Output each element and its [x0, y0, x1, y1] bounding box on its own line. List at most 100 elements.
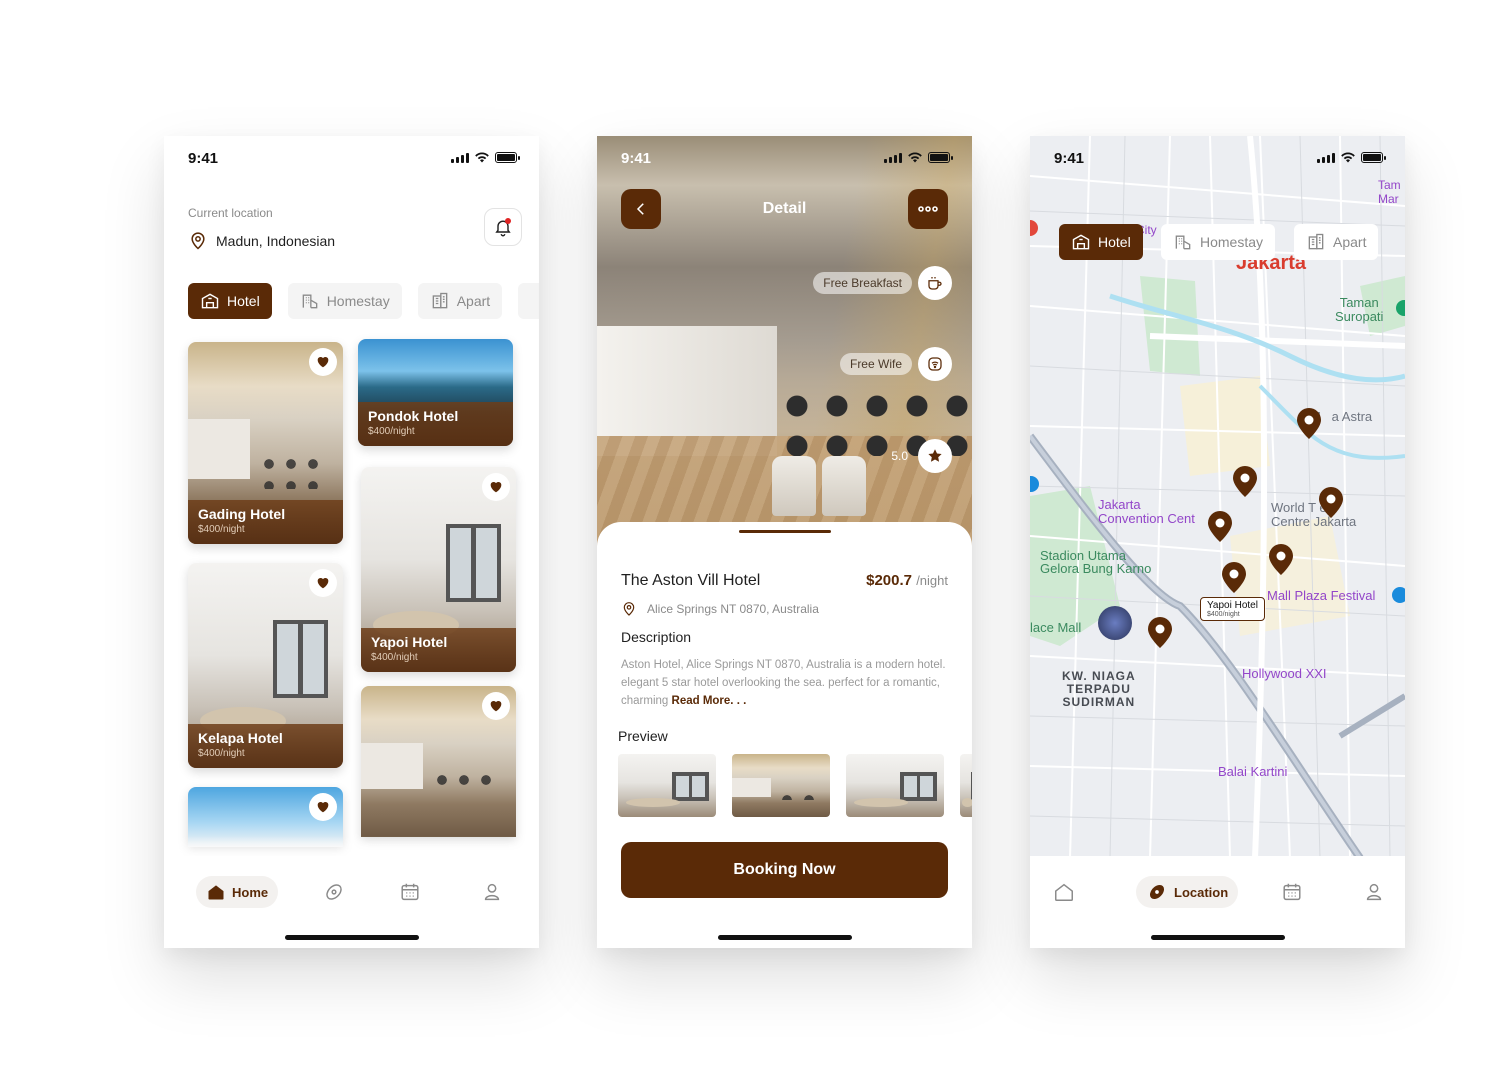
preview-thumbnail[interactable]: [732, 754, 830, 817]
map-label-convention: Jakarta Convention Cent: [1098, 497, 1195, 526]
map-pin-icon[interactable]: [1146, 615, 1174, 649]
amenity-wifi: Free Wife: [839, 347, 952, 381]
amenity-icon-wrap: [918, 439, 952, 473]
tab-home-label: Home: [232, 884, 269, 900]
amenity-breakfast: Free Breakfast: [813, 266, 952, 300]
amenity-icon-wrap: [918, 266, 952, 300]
map-chip-homestay-label: Homestay: [1200, 234, 1264, 250]
map-chip-homestay[interactable]: Homestay: [1161, 224, 1276, 260]
favorite-button[interactable]: [309, 569, 337, 597]
heart-icon: [490, 482, 502, 493]
map-chip-apart[interactable]: Apart: [1294, 224, 1379, 260]
notification-button[interactable]: [484, 208, 522, 246]
tab-profile[interactable]: [1362, 876, 1386, 908]
hotel-card-kelapa[interactable]: Kelapa Hotel $400/night: [188, 563, 343, 768]
battery-icon: [495, 152, 520, 163]
rating-value: 5.0: [891, 449, 908, 463]
map-screen: Jakarta Taman Suropati Tam Mar M a Astra…: [1030, 136, 1405, 948]
preview-thumbnail[interactable]: [618, 754, 716, 817]
tab-explore[interactable]: [322, 876, 346, 908]
tab-home[interactable]: [1052, 876, 1076, 908]
read-more-link[interactable]: Read More. . .: [672, 695, 747, 707]
chip-apart[interactable]: Apart: [417, 283, 503, 319]
tab-profile[interactable]: [480, 876, 504, 908]
hotel-card-gading[interactable]: Gading Hotel $400/night: [188, 342, 343, 544]
profile-icon: [484, 883, 500, 901]
rating-badge: 5.0: [887, 439, 952, 473]
homestay-icon: [302, 294, 318, 309]
bottom-tab-bar: Location: [1030, 856, 1405, 948]
chip-homestay[interactable]: Homestay: [287, 283, 402, 319]
hotel-card-price: $400/night: [198, 524, 245, 535]
map-chip-hotel[interactable]: Hotel: [1059, 224, 1143, 260]
tab-home[interactable]: Home: [196, 876, 279, 908]
favorite-button[interactable]: [309, 793, 337, 821]
map-pin-icon[interactable]: [1231, 464, 1259, 498]
status-time: 9:41: [188, 150, 219, 167]
map-pin-icon[interactable]: [1295, 406, 1323, 440]
favorite-button[interactable]: [482, 473, 510, 501]
hotel-card-info: Yapoi Hotel $400/night: [361, 628, 516, 672]
map-hotel-callout[interactable]: Yapoi Hotel $400/night: [1200, 597, 1265, 621]
detail-screen: 9:41 Detail Free Breakfast Free Wife 5.0…: [597, 136, 972, 948]
hotel-card-price: $400/night: [371, 652, 418, 663]
status-time: 9:41: [621, 150, 652, 167]
home-icon: [208, 885, 224, 900]
chip-hotel[interactable]: Hotel: [188, 283, 272, 319]
more-dots-icon: [918, 206, 938, 212]
hotel-card-info: Kelapa Hotel $400/night: [188, 724, 343, 768]
category-chips: Hotel Homestay Apart: [188, 283, 539, 319]
signal-icon: [884, 152, 902, 163]
hero-stool: [772, 456, 816, 516]
heart-icon: [317, 578, 329, 589]
tab-calendar[interactable]: [1280, 876, 1304, 908]
heart-icon: [317, 357, 329, 368]
hotel-card-pondok[interactable]: Pondok Hotel $400/night: [358, 339, 513, 446]
map-photo-marker[interactable]: [1098, 606, 1132, 640]
wifi-icon: [928, 357, 942, 371]
map-pin-icon[interactable]: [1206, 509, 1234, 543]
preview-thumbnail[interactable]: [846, 754, 944, 817]
price-value: $200.7: [866, 572, 913, 589]
amenity-icon-wrap: [918, 347, 952, 381]
hotel-card-price: $400/night: [198, 748, 245, 759]
status-bar: 9:41: [1030, 136, 1405, 180]
sheet-handle[interactable]: [738, 530, 831, 533]
apartment-icon: [432, 292, 448, 309]
booking-button[interactable]: Booking Now: [621, 842, 948, 898]
more-button[interactable]: [908, 189, 948, 229]
map-label-stadion: Stadion Utama Gelora Bung Karno: [1040, 548, 1152, 576]
map-pin-icon[interactable]: [1317, 485, 1345, 519]
hotel-card-partial-2[interactable]: [361, 686, 516, 837]
signal-icon: [451, 152, 469, 163]
tab-location-label: Location: [1174, 884, 1229, 900]
hotel-card-info: Pondok Hotel $400/night: [358, 402, 513, 446]
favorite-button[interactable]: [309, 348, 337, 376]
wifi-status-icon: [908, 152, 922, 163]
chip-more[interactable]: [518, 283, 539, 319]
map-chip-hotel-label: Hotel: [1098, 234, 1131, 250]
home-indicator: [284, 935, 419, 940]
chip-apart-label: Apart: [456, 293, 491, 309]
hotel-card-name: Gading Hotel: [198, 506, 286, 522]
tab-location[interactable]: Location: [1136, 876, 1239, 908]
current-location[interactable]: Madun, Indonesian: [188, 231, 335, 251]
coffee-cup-icon: [928, 277, 942, 290]
current-location-label: Current location: [188, 206, 273, 220]
map-label-balai: Balai Kartini: [1218, 764, 1288, 779]
tab-calendar[interactable]: [398, 876, 422, 908]
calendar-icon: [401, 883, 419, 901]
map-pin-icon[interactable]: [1267, 542, 1295, 576]
explore-icon: [1149, 884, 1165, 900]
heart-icon: [317, 802, 329, 813]
hotel-card-info: Gading Hotel $400/night: [188, 500, 343, 544]
detail-sheet: The Aston Vill Hotel $200.7 /night Alice…: [597, 522, 972, 948]
preview-thumbnail[interactable]: [960, 754, 972, 817]
hotel-card-yapoi[interactable]: Yapoi Hotel $400/night: [361, 467, 516, 672]
bottom-tab-bar: Home: [164, 856, 539, 948]
map-pin-icon[interactable]: [1220, 560, 1248, 594]
favorite-button[interactable]: [482, 692, 510, 720]
map-view[interactable]: Jakarta Taman Suropati Tam Mar M a Astra…: [1030, 136, 1405, 858]
description-title: Description: [621, 629, 692, 645]
hotel-address: Alice Springs NT 0870, Australia: [621, 601, 819, 617]
